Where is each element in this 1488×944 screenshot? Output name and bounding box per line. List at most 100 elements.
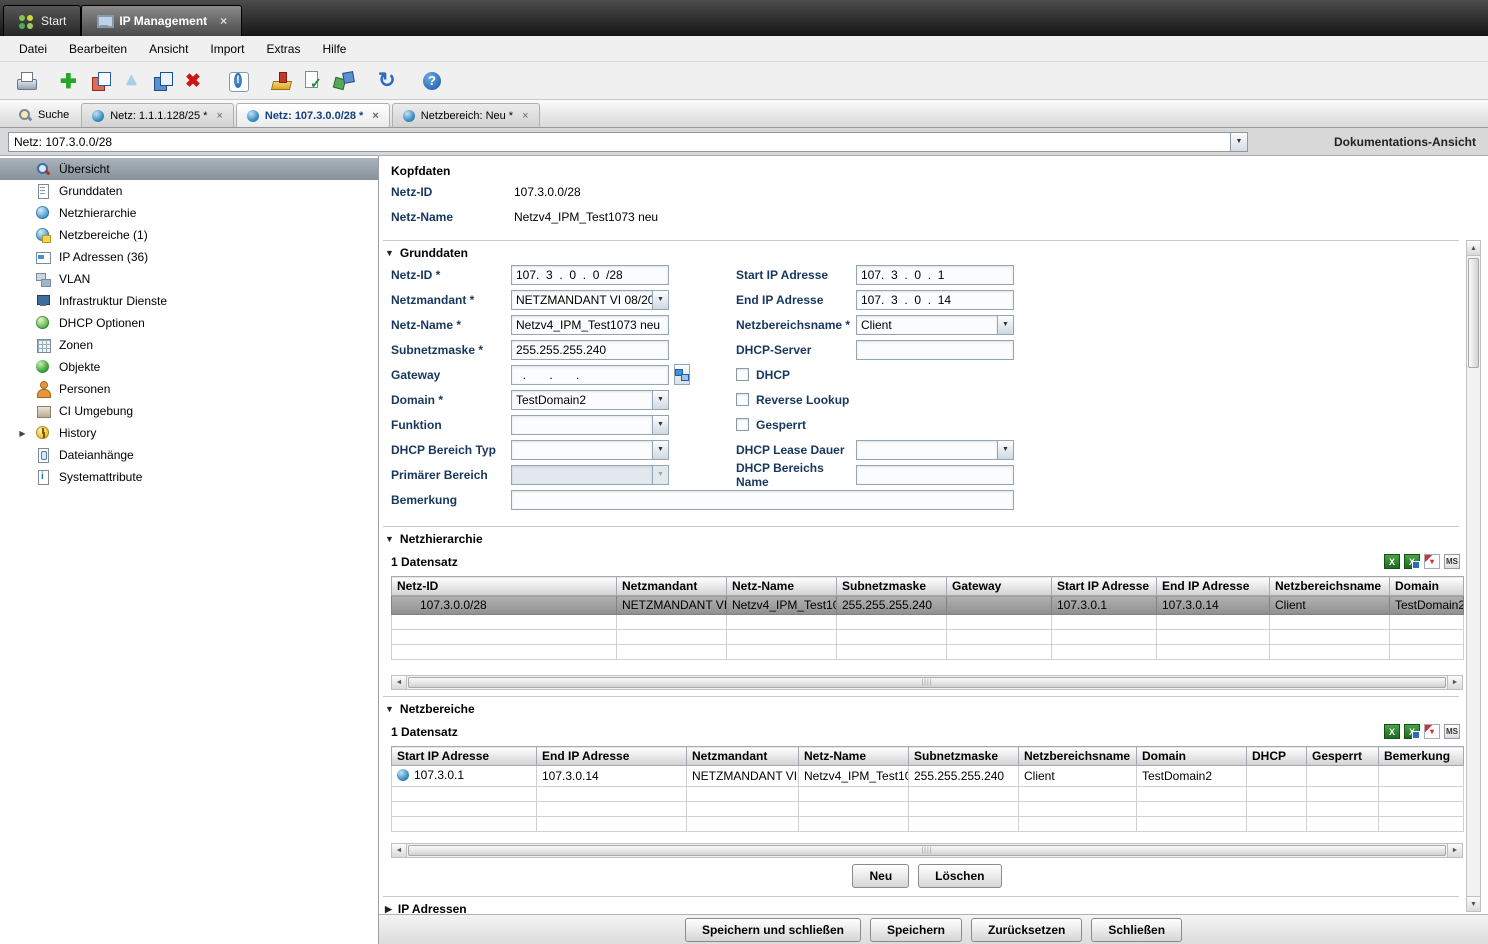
sidebar-item-objekte[interactable]: Objekte xyxy=(0,356,378,378)
column-header-start-ip[interactable]: Start IP Adresse xyxy=(1052,577,1157,596)
chevron-down-icon[interactable]: ▼ xyxy=(997,440,1014,460)
column-header-netzbereichsname[interactable]: Netzbereichsname xyxy=(1270,577,1390,596)
menu-bearbeiten[interactable]: Bearbeiten xyxy=(58,38,138,60)
sidebar-item-infrastruktur-dienste[interactable]: Infrastruktur Dienste xyxy=(0,290,378,312)
sidebar-item-systemattribute[interactable]: Systemattribute xyxy=(0,466,378,488)
netzbereichsname-select[interactable]: Client ▼ xyxy=(856,315,1014,335)
print-button[interactable] xyxy=(12,67,40,95)
duplicate-button[interactable] xyxy=(149,67,177,95)
dhcp-bereichs-name-input[interactable] xyxy=(856,465,1014,485)
column-header-gateway[interactable]: Gateway xyxy=(947,577,1052,596)
address-input[interactable] xyxy=(8,132,1230,152)
scroll-up-icon[interactable]: ▲ xyxy=(1467,241,1480,256)
pdf-export-icon[interactable] xyxy=(1424,554,1440,569)
tab-suche[interactable]: Suche xyxy=(8,103,79,127)
chevron-down-icon[interactable]: ▼ xyxy=(652,390,669,410)
speichern-und-schliessen-button[interactable]: Speichern und schließen xyxy=(685,918,861,942)
menu-extras[interactable]: Extras xyxy=(255,38,311,60)
column-header-netz-id[interactable]: Netz-ID xyxy=(392,577,617,596)
scrollbar-thumb[interactable]: |||| xyxy=(408,845,1446,856)
sidebar-item-ip-adressen[interactable]: IP Adressen (36) xyxy=(0,246,378,268)
bemerkung-input[interactable] xyxy=(511,490,1014,510)
info-button[interactable] xyxy=(224,67,252,95)
netz-id-input[interactable] xyxy=(511,265,669,285)
gesperrt-checkbox[interactable] xyxy=(736,418,749,431)
scrollbar-thumb[interactable] xyxy=(1468,258,1479,368)
column-header-netzmandant[interactable]: Netzmandant xyxy=(617,577,727,596)
window-tab-start[interactable]: Start xyxy=(3,5,81,36)
end-ip-input[interactable] xyxy=(856,290,1014,310)
sidebar-item-ci-umgebung[interactable]: CI Umgebung xyxy=(0,400,378,422)
expand-arrow-icon[interactable]: ▶ xyxy=(16,429,29,438)
domain-select[interactable]: TestDomain2 ▼ xyxy=(511,390,669,410)
subnetzmaske-input[interactable] xyxy=(511,340,669,360)
column-header-end-ip[interactable]: End IP Adresse xyxy=(537,747,687,766)
ms-export-icon[interactable]: MS xyxy=(1444,724,1460,739)
sidebar-item-personen[interactable]: Personen xyxy=(0,378,378,400)
table-row-empty[interactable] xyxy=(392,645,1464,660)
funktion-select[interactable]: ▼ xyxy=(511,415,669,435)
column-header-netzmandant[interactable]: Netzmandant xyxy=(687,747,799,766)
close-icon[interactable]: × xyxy=(220,16,227,26)
excel-export-icon[interactable]: X xyxy=(1384,554,1400,569)
excel-selection-export-icon[interactable]: X xyxy=(1404,724,1420,739)
add-button[interactable] xyxy=(56,67,84,95)
close-icon[interactable]: × xyxy=(522,110,528,122)
netzhierarchie-horizontal-scrollbar[interactable]: ◄ |||| ► xyxy=(391,675,1463,690)
table-row[interactable]: 107.3.0.1 107.3.0.14 NETZMANDANT VI 08/2… xyxy=(392,766,1464,787)
scroll-left-icon[interactable]: ◄ xyxy=(392,676,407,689)
sidebar-item-vlan[interactable]: VLAN xyxy=(0,268,378,290)
scroll-right-icon[interactable]: ► xyxy=(1447,676,1462,689)
scroll-left-icon[interactable]: ◄ xyxy=(392,844,407,857)
copy-button[interactable] xyxy=(87,67,115,95)
tab-netzbereich-neu[interactable]: Netzbereich: Neu * × xyxy=(392,103,540,127)
netzbereiche-horizontal-scrollbar[interactable]: ◄ |||| ► xyxy=(391,843,1463,858)
close-icon[interactable]: × xyxy=(372,110,378,122)
scroll-down-icon[interactable]: ▼ xyxy=(1467,896,1480,911)
column-header-netz-name[interactable]: Netz-Name xyxy=(727,577,837,596)
netzmandant-select[interactable]: NETZMANDANT VI 08/2014 ▼ xyxy=(511,290,669,310)
netz-name-input[interactable] xyxy=(511,315,669,335)
excel-export-icon[interactable]: X xyxy=(1384,724,1400,739)
column-header-bemerkung[interactable]: Bemerkung xyxy=(1379,747,1464,766)
section-netzbereiche-header[interactable]: ▼ Netzbereiche xyxy=(385,702,475,716)
table-row-empty[interactable] xyxy=(392,802,1464,817)
table-row-empty[interactable] xyxy=(392,615,1464,630)
column-header-subnetzmaske[interactable]: Subnetzmaske xyxy=(837,577,947,596)
table-row-empty[interactable] xyxy=(392,817,1464,832)
speichern-button[interactable]: Speichern xyxy=(870,918,962,942)
gateway-input[interactable] xyxy=(511,365,669,385)
table-row[interactable]: 107.3.0.0/28 NETZMANDANT VI 08/2014 Netz… xyxy=(392,596,1464,615)
column-header-netz-name[interactable]: Netz-Name xyxy=(799,747,909,766)
sidebar-item-grunddaten[interactable]: Grunddaten xyxy=(0,180,378,202)
close-icon[interactable]: × xyxy=(216,110,222,122)
tab-netz-1-1-1-128[interactable]: Netz: 1.1.1.128/25 * × xyxy=(81,103,234,127)
menu-ansicht[interactable]: Ansicht xyxy=(138,38,199,60)
dhcp-lease-dauer-select[interactable]: ▼ xyxy=(856,440,1014,460)
dhcp-server-input[interactable] xyxy=(856,340,1014,360)
column-header-domain[interactable]: Domain xyxy=(1137,747,1247,766)
window-tab-ip-management[interactable]: IP Management × xyxy=(81,5,242,36)
scrollbar-thumb[interactable]: |||| xyxy=(408,677,1446,688)
chevron-down-icon[interactable]: ▼ xyxy=(652,415,669,435)
sidebar-item-netzbereiche[interactable]: Netzbereiche (1) xyxy=(0,224,378,246)
sidebar-item-uebersicht[interactable]: Übersicht xyxy=(0,158,378,180)
sidebar-item-dateianhaenge[interactable]: Dateianhänge xyxy=(0,444,378,466)
ms-export-icon[interactable]: MS xyxy=(1444,554,1460,569)
address-dropdown-button[interactable]: ▼ xyxy=(1230,132,1248,152)
vertical-scrollbar[interactable]: ▲ ▼ xyxy=(1466,240,1481,912)
move-up-button[interactable] xyxy=(118,67,146,95)
schliessen-button[interactable]: Schließen xyxy=(1091,918,1182,942)
loeschen-button[interactable]: Löschen xyxy=(918,864,1001,888)
stamp-button[interactable] xyxy=(268,67,296,95)
validate-document-button[interactable] xyxy=(299,67,327,95)
neu-button[interactable]: Neu xyxy=(852,864,909,888)
menu-import[interactable]: Import xyxy=(199,38,255,60)
table-row-empty[interactable] xyxy=(392,787,1464,802)
column-header-dhcp[interactable]: DHCP xyxy=(1247,747,1307,766)
zuruecksetzen-button[interactable]: Zurücksetzen xyxy=(971,918,1082,942)
reverse-lookup-checkbox[interactable] xyxy=(736,393,749,406)
column-header-netzbereichsname[interactable]: Netzbereichsname xyxy=(1019,747,1137,766)
chevron-down-icon[interactable]: ▼ xyxy=(652,440,669,460)
scroll-right-icon[interactable]: ► xyxy=(1447,844,1462,857)
